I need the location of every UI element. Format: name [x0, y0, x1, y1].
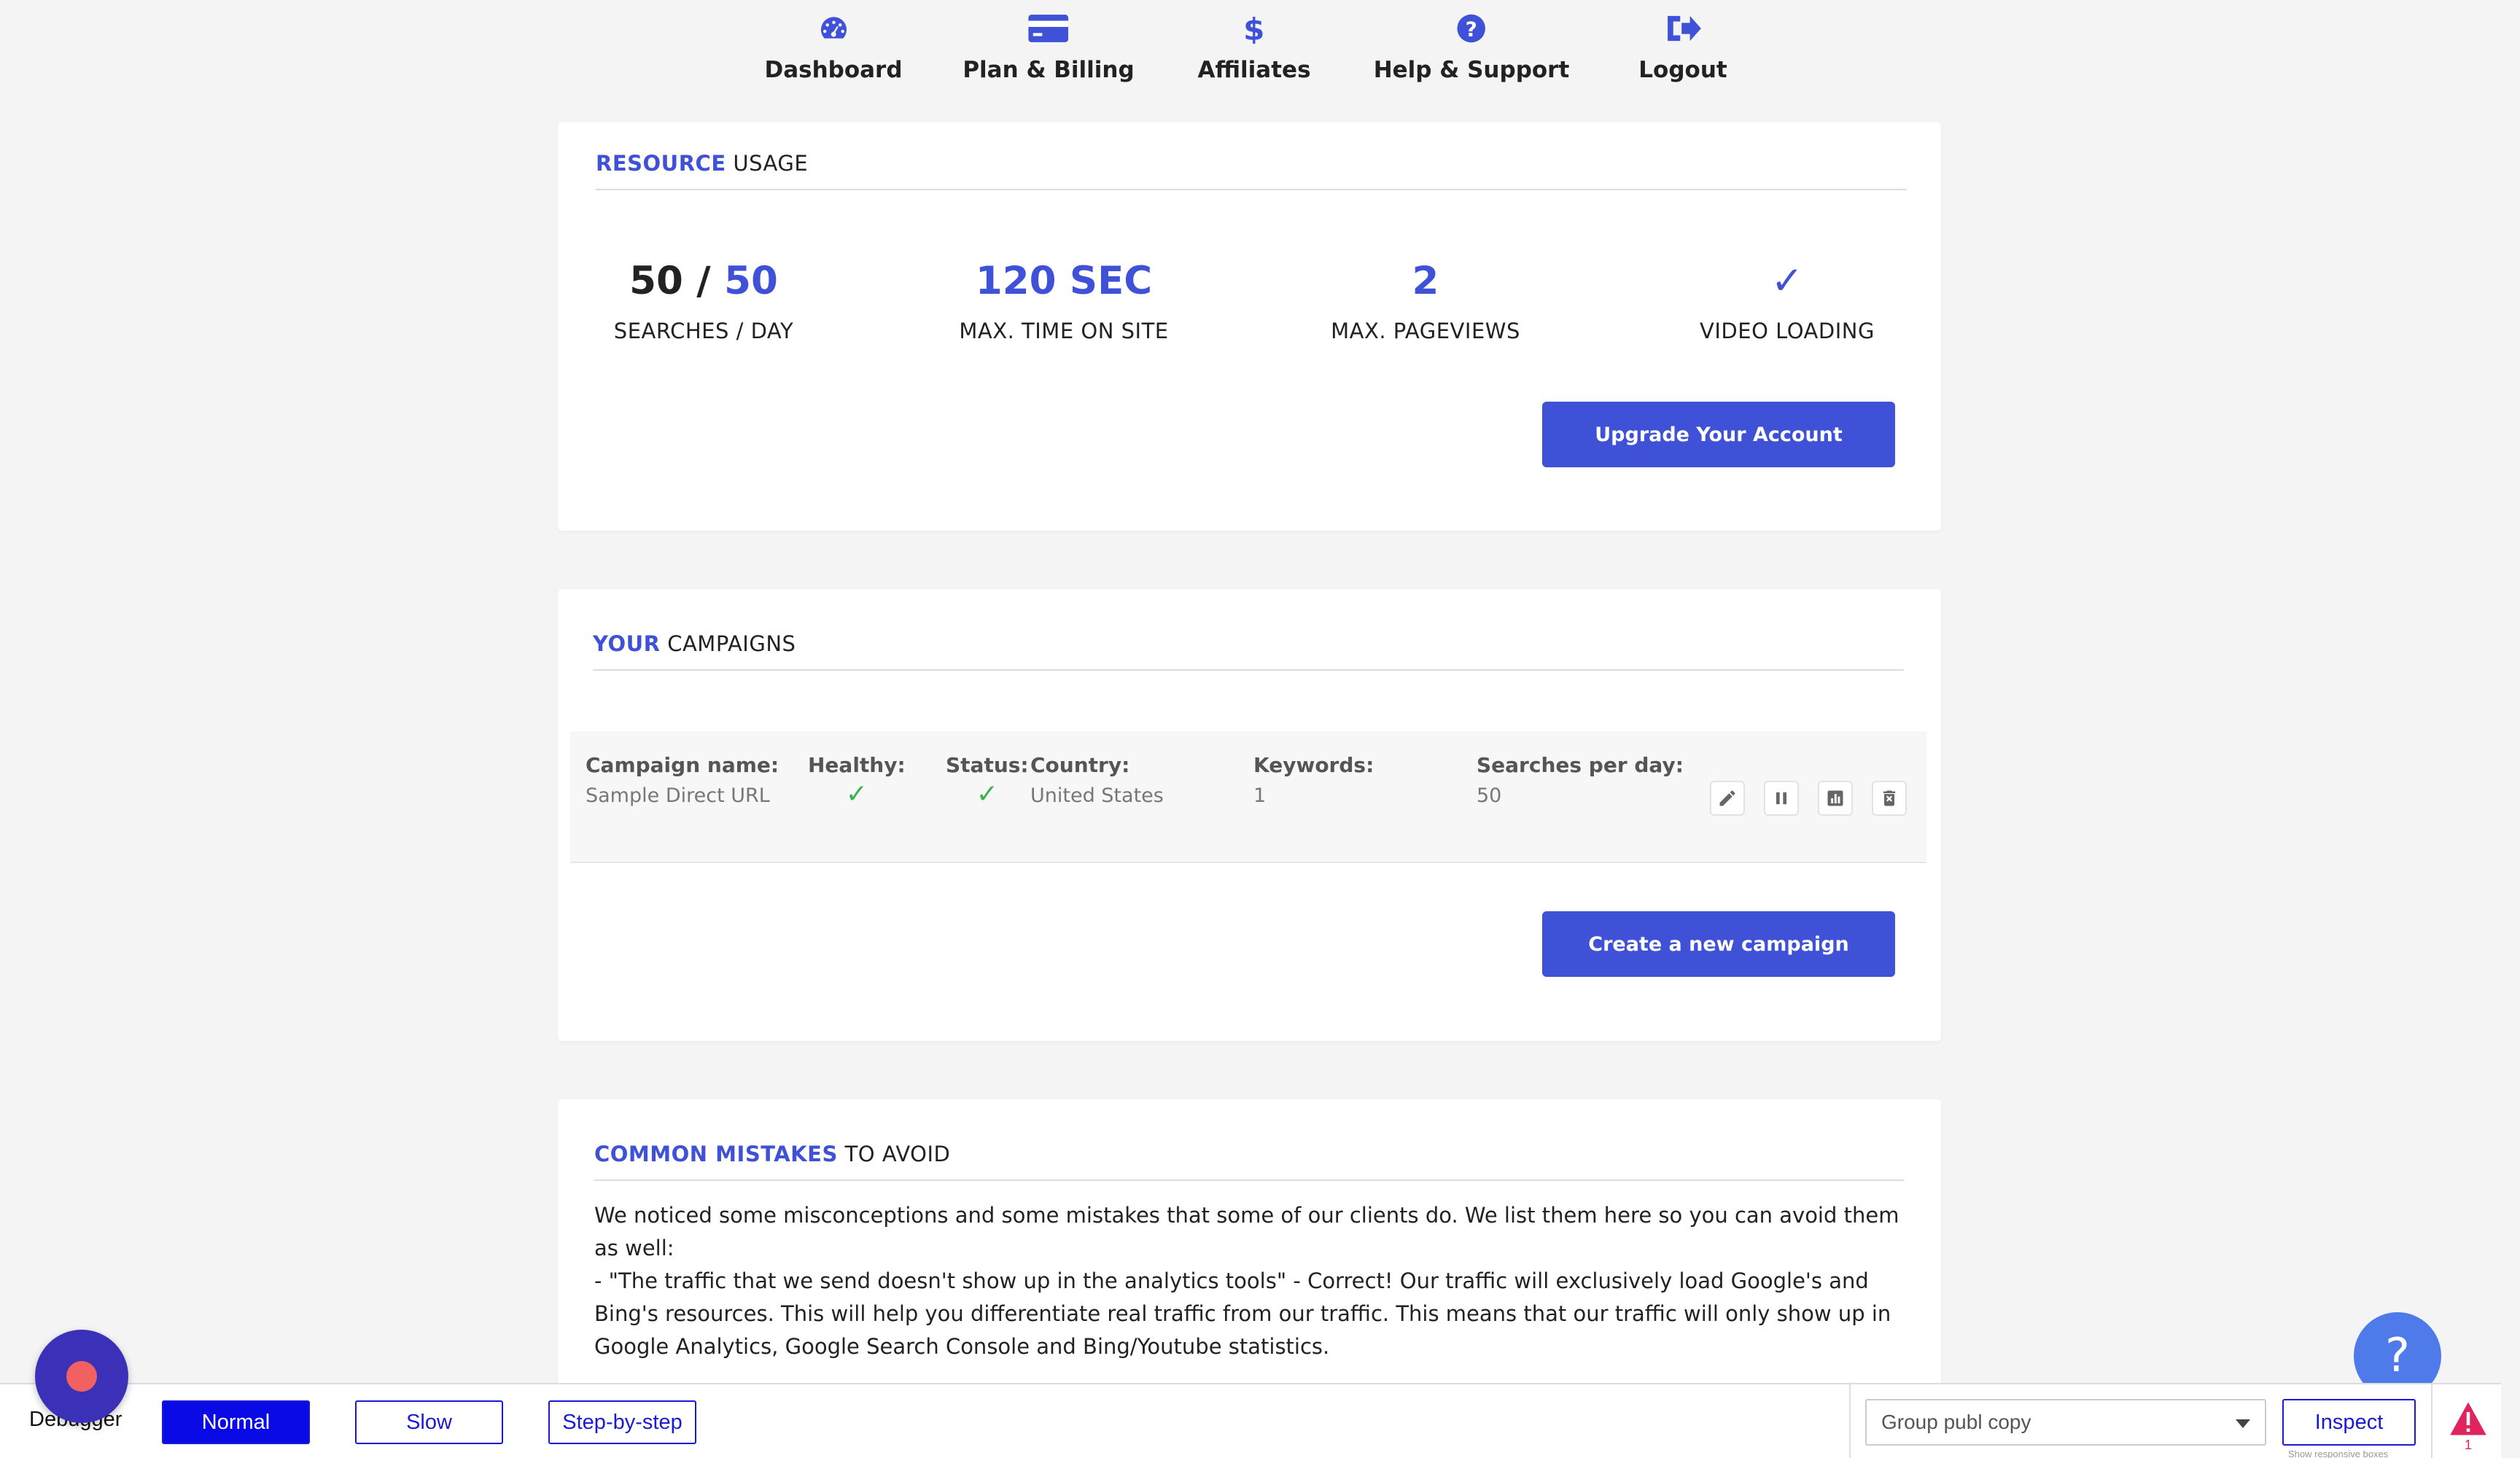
common-mistakes-card: COMMON MISTAKES TO AVOID We noticed some… [558, 1099, 1941, 1406]
chart-icon[interactable] [1818, 781, 1853, 816]
title-rest: USAGE [726, 151, 809, 176]
campaign-row: Campaign name: Sample Direct URL Healthy… [570, 731, 1926, 863]
title-accent: YOUR [593, 631, 661, 656]
mode-normal-button[interactable]: Normal [162, 1400, 310, 1444]
mode-slow-button[interactable]: Slow [355, 1400, 503, 1444]
campaign-name-value: Sample Direct URL [586, 784, 770, 807]
nav-affiliates-label: Affiliates [1197, 57, 1311, 83]
delete-icon[interactable] [1872, 781, 1907, 816]
stat-searches-value: 50 / 50 [551, 253, 857, 310]
col-campaign-name: Campaign name: Sample Direct URL [586, 753, 779, 807]
create-campaign-button[interactable]: Create a new campaign [1542, 911, 1895, 977]
record-button[interactable] [35, 1330, 128, 1423]
mistakes-intro: We noticed some misconceptions and some … [594, 1203, 1899, 1260]
stat-time-label: MAX. TIME ON SITE [959, 319, 1169, 343]
title-accent: RESOURCE [596, 151, 726, 176]
stat-time-value: 120 SEC [975, 259, 1153, 303]
divider [1849, 1384, 1851, 1458]
nav-help-support[interactable]: ? Help & Support [1373, 13, 1570, 83]
col-keywords: Keywords: 1 [1253, 753, 1374, 807]
debugger-bar: Debugger Normal Slow Step-by-step Group … [0, 1383, 2501, 1458]
country-value: United States [1030, 784, 1164, 807]
nav-plan-billing-label: Plan & Billing [962, 57, 1135, 83]
stat-pageviews-label: MAX. PAGEVIEWS [1331, 319, 1520, 343]
resource-usage-title: RESOURCE USAGE [596, 151, 1907, 190]
keywords-value: 1 [1253, 784, 1267, 807]
upgrade-account-button[interactable]: Upgrade Your Account [1542, 402, 1895, 467]
check-icon: ✓ [1770, 259, 1804, 303]
title-accent: COMMON MISTAKES [594, 1142, 838, 1166]
stat-pageviews-value: 2 [1412, 259, 1439, 303]
credit-card-icon [962, 13, 1134, 50]
searches-value: 50 [1477, 784, 1502, 807]
nav-logout[interactable]: Logout [1638, 13, 1727, 83]
campaigns-card: YOUR CAMPAIGNS Campaign name: Sample Dir… [558, 589, 1941, 1041]
mistakes-title: COMMON MISTAKES TO AVOID [594, 1142, 1904, 1181]
nav-plan-billing[interactable]: Plan & Billing [962, 13, 1135, 83]
campaigns-title: YOUR CAMPAIGNS [593, 631, 1904, 671]
header-healthy: Healthy: [808, 753, 906, 777]
searches-separator: / [682, 259, 725, 303]
title-rest: CAMPAIGNS [660, 631, 796, 656]
top-navigation: Dashboard Plan & Billing $ Affiliates ? … [0, 0, 2520, 102]
nav-dashboard-label: Dashboard [764, 57, 903, 83]
searches-used: 50 [629, 259, 683, 303]
edit-icon[interactable] [1710, 781, 1745, 816]
stat-time-on-site: 120 SEC MAX. TIME ON SITE [911, 253, 1217, 343]
group-select-value: Group publ copy [1881, 1411, 2031, 1433]
header-campaign-name: Campaign name: [586, 753, 779, 777]
healthy-check-icon: ✓ [845, 779, 868, 809]
header-country: Country: [1030, 753, 1130, 777]
question-mark-icon: ? [2385, 1329, 2410, 1383]
mistake-item-1: - "The traffic that we send doesn't show… [594, 1268, 1891, 1359]
caret-down-icon [2236, 1419, 2250, 1428]
warnings-indicator[interactable]: 1 [2446, 1400, 2490, 1453]
status-check-icon: ✓ [976, 779, 998, 809]
resource-usage-card: RESOURCE USAGE 50 / 50 SEARCHES / DAY 12… [558, 122, 1941, 531]
warning-count: 1 [2464, 1438, 2472, 1452]
col-healthy: Healthy: ✓ [808, 753, 906, 808]
stat-video-label: VIDEO LOADING [1700, 319, 1875, 343]
svg-text:$: $ [1245, 13, 1264, 44]
col-status: Status: ✓ [946, 753, 1029, 808]
nav-logout-label: Logout [1638, 57, 1727, 83]
inspect-button[interactable]: Inspect [2282, 1399, 2416, 1446]
warning-icon [2450, 1402, 2486, 1435]
svg-text:?: ? [1466, 17, 1477, 42]
stat-searches: 50 / 50 SEARCHES / DAY [551, 253, 857, 343]
title-rest: TO AVOID [837, 1142, 951, 1166]
record-dot-icon [66, 1361, 97, 1392]
dollar-icon: $ [1197, 12, 1310, 50]
col-searches: Searches per day: 50 [1477, 753, 1684, 807]
nav-help-support-label: Help & Support [1373, 57, 1570, 83]
mode-step-button[interactable]: Step-by-step [548, 1400, 696, 1444]
header-keywords: Keywords: [1253, 753, 1374, 777]
header-searches-per-day: Searches per day: [1477, 753, 1684, 777]
dashboard-icon [764, 13, 902, 50]
stat-searches-label: SEARCHES / DAY [613, 319, 794, 343]
searches-total: 50 [724, 259, 778, 303]
divider [2431, 1384, 2432, 1458]
stat-pageviews: 2 MAX. PAGEVIEWS [1272, 253, 1579, 343]
stat-video-loading: ✓ VIDEO LOADING [1634, 253, 1940, 343]
nav-affiliates[interactable]: $ Affiliates [1197, 12, 1311, 83]
inspect-subtitle: Show responsive boxes [2288, 1449, 2389, 1458]
nav-dashboard[interactable]: Dashboard [764, 13, 903, 83]
logout-icon [1638, 13, 1727, 50]
group-select[interactable]: Group publ copy [1865, 1399, 2266, 1446]
header-status: Status: [946, 753, 1029, 777]
pause-icon[interactable] [1764, 781, 1799, 816]
question-circle-icon: ? [1374, 13, 1570, 50]
col-country: Country: United States [1030, 753, 1164, 807]
